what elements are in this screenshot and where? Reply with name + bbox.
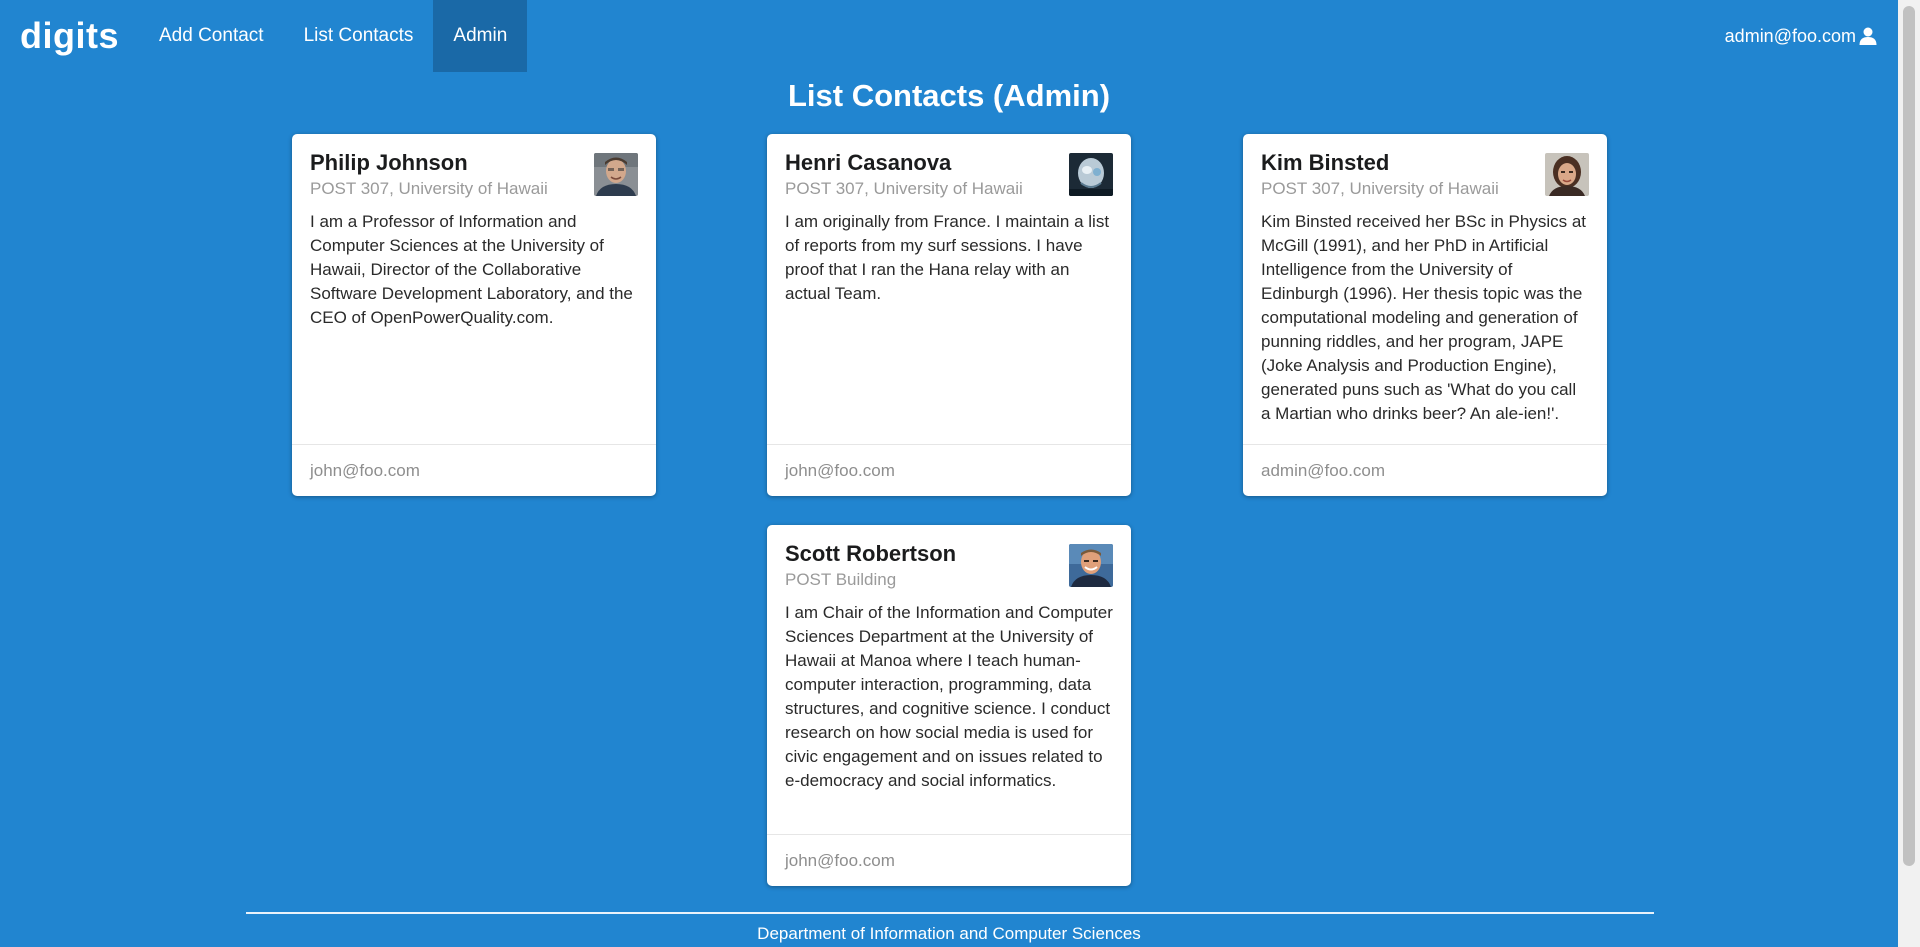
user-menu[interactable]: admin@foo.com bbox=[1725, 0, 1898, 72]
contact-address: POST Building bbox=[785, 570, 897, 589]
card-content: Philip Johnson POST 307, University of H… bbox=[292, 134, 656, 444]
card-content: Scott Robertson POST Building I am Chair… bbox=[767, 525, 1131, 834]
contact-description: Kim Binsted received her BSc in Physics … bbox=[1261, 212, 1587, 423]
contact-photo bbox=[1545, 153, 1589, 196]
contact-card: Kim Binsted POST 307, University of Hawa… bbox=[1243, 134, 1607, 496]
contact-photo bbox=[594, 153, 638, 196]
footer-text: Department of Information and Computer S… bbox=[757, 924, 1141, 943]
nav-add-contact[interactable]: Add Contact bbox=[139, 0, 284, 72]
page-title: List Contacts (Admin) bbox=[787, 78, 1111, 113]
contact-address: POST 307, University of Hawaii bbox=[1261, 179, 1499, 198]
user-icon bbox=[1858, 26, 1878, 46]
card-content: Henri Casanova POST 307, University of H… bbox=[767, 134, 1131, 444]
contact-description: I am originally from France. I maintain … bbox=[785, 212, 1110, 303]
brand-logo[interactable]: digits bbox=[0, 0, 139, 72]
user-email: admin@foo.com bbox=[1724, 25, 1856, 46]
contact-address: POST 307, University of Hawaii bbox=[310, 179, 548, 198]
top-navbar: digits Add Contact List Contacts Admin a… bbox=[0, 0, 1898, 72]
footer-divider bbox=[246, 912, 1654, 914]
scrollbar-thumb[interactable] bbox=[1903, 6, 1915, 866]
card-content: Kim Binsted POST 307, University of Hawa… bbox=[1243, 134, 1607, 444]
contact-description: I am a Professor of Information and Comp… bbox=[310, 212, 633, 327]
contact-address: POST 307, University of Hawaii bbox=[785, 179, 1023, 198]
contact-owner: john@foo.com bbox=[292, 444, 656, 496]
contact-description: I am Chair of the Information and Comput… bbox=[785, 603, 1113, 790]
contact-name: Henri Casanova bbox=[785, 150, 952, 175]
contact-name: Kim Binsted bbox=[1261, 150, 1390, 175]
contact-owner: admin@foo.com bbox=[1243, 444, 1607, 496]
contact-owner: john@foo.com bbox=[767, 834, 1131, 886]
contact-card: Philip Johnson POST 307, University of H… bbox=[292, 134, 656, 496]
contact-card: Henri Casanova POST 307, University of H… bbox=[767, 134, 1131, 496]
nav-list-contacts[interactable]: List Contacts bbox=[284, 0, 434, 72]
contact-card: Scott Robertson POST Building I am Chair… bbox=[767, 525, 1131, 886]
contact-owner: john@foo.com bbox=[767, 444, 1131, 496]
contact-name: Philip Johnson bbox=[310, 150, 468, 175]
contact-photo bbox=[1069, 153, 1113, 196]
contact-photo bbox=[1069, 544, 1113, 587]
contact-name: Scott Robertson bbox=[785, 541, 957, 566]
page-scrollbar[interactable] bbox=[1898, 0, 1920, 947]
nav-admin[interactable]: Admin bbox=[433, 0, 528, 72]
